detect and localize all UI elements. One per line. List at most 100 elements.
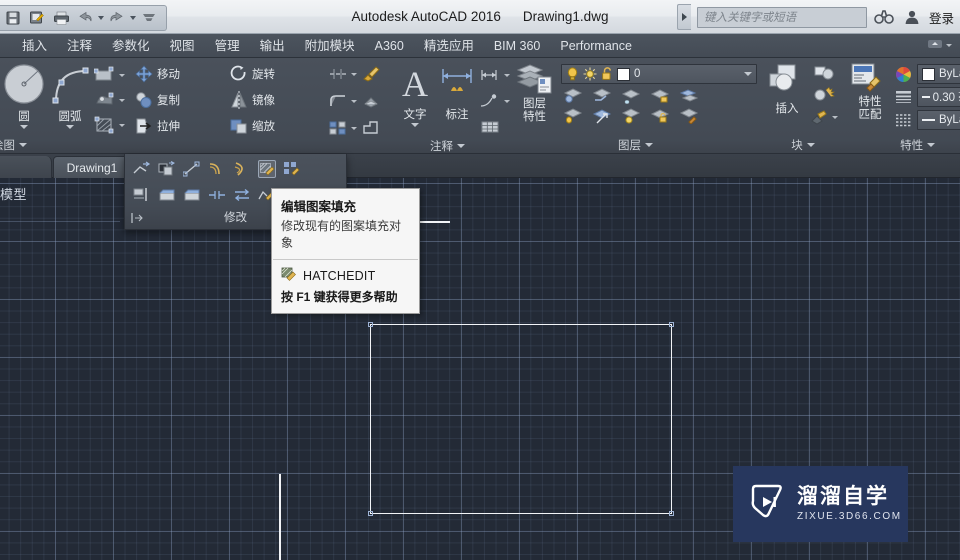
text-tool-button[interactable]: A 文字: [395, 63, 435, 127]
tab-performance[interactable]: Performance: [550, 34, 642, 58]
linetype-icon[interactable]: [895, 112, 912, 129]
layer-match-icon[interactable]: [679, 108, 699, 124]
match-properties-button[interactable]: [361, 63, 381, 85]
hatch-tool-button[interactable]: [94, 89, 125, 111]
rectangle-dropdown-icon[interactable]: [119, 73, 125, 77]
color-wheel-icon[interactable]: [895, 66, 912, 83]
circle-dropdown-icon[interactable]: [20, 125, 28, 129]
file-tab-drawing1[interactable]: Drawing1: [53, 156, 131, 178]
text-dropdown-icon[interactable]: [411, 123, 419, 127]
cad-vertical-line-entity[interactable]: [279, 474, 281, 560]
offset-icon[interactable]: [133, 160, 151, 178]
trim-dropdown-icon[interactable]: [351, 72, 357, 76]
scale-tool-button[interactable]: 缩放: [229, 115, 316, 137]
mirror-rect-icon[interactable]: [158, 160, 176, 178]
undo-button[interactable]: [74, 7, 96, 29]
grip-top-right[interactable]: [669, 322, 674, 327]
tab-view[interactable]: 视图: [160, 34, 205, 58]
layer-lock-icon[interactable]: [650, 88, 670, 104]
fillet-icon[interactable]: [208, 160, 226, 178]
layer-thaw-icon[interactable]: [621, 108, 641, 124]
tab-annotate[interactable]: 注释: [57, 34, 102, 58]
layer-merge-icon[interactable]: [679, 88, 699, 104]
layer-unlock-icon[interactable]: [650, 108, 670, 124]
customize-qat-button[interactable]: [138, 7, 160, 29]
panel-layers-title-row[interactable]: 图层: [508, 135, 763, 154]
infocenter-expand-button[interactable]: [676, 4, 691, 30]
array-dropdown-icon[interactable]: [351, 126, 357, 130]
tab-parametric[interactable]: 参数化: [102, 34, 160, 58]
panel-properties-expand-icon[interactable]: [927, 142, 936, 147]
grip-top-left[interactable]: [368, 322, 373, 327]
layer-turn-on-icon[interactable]: [592, 108, 612, 124]
region-dropdown-icon[interactable]: [119, 123, 125, 127]
stretch-line-icon[interactable]: [183, 160, 201, 178]
tab-featured-apps[interactable]: 精选应用: [414, 34, 484, 58]
search-input[interactable]: 键入关键字或短语: [696, 6, 867, 28]
match-properties-button-big[interactable]: 特性 匹配: [849, 63, 891, 122]
color-combo[interactable]: ByLayer: [917, 64, 960, 84]
erase-2-icon[interactable]: [183, 186, 201, 204]
trim-tool-button[interactable]: [328, 63, 357, 85]
tab-insert[interactable]: 插入: [12, 34, 57, 58]
grip-bottom-left[interactable]: [368, 511, 373, 516]
hatchedit-icon[interactable]: [258, 160, 276, 178]
edit-block-icon[interactable]: [809, 87, 838, 103]
join-icon[interactable]: [208, 186, 226, 204]
panel-pin-icon[interactable]: [131, 212, 145, 227]
panel-properties-title-row[interactable]: 特性: [843, 135, 960, 154]
linetype-combo[interactable]: ByLayer: [917, 110, 960, 130]
cad-rectangle-entity[interactable]: [368, 322, 674, 516]
tab-manage[interactable]: 管理: [205, 34, 250, 58]
unlock-icon[interactable]: [601, 67, 613, 81]
panel-draw-expand-icon[interactable]: [19, 143, 27, 147]
layer-combo-dropdown-icon[interactable]: [744, 72, 752, 76]
layer-on-icon[interactable]: [563, 108, 583, 124]
reverse-icon[interactable]: [233, 186, 251, 204]
extrude-tool-button[interactable]: [361, 117, 381, 139]
user-account-icon[interactable]: [901, 6, 923, 28]
redo-button[interactable]: [106, 7, 128, 29]
arc-tool-button[interactable]: 圆弧: [48, 63, 92, 129]
mirror-tool-button[interactable]: 镜像: [229, 89, 316, 111]
layer-unisolate-icon[interactable]: [592, 88, 612, 104]
array-edit-icon[interactable]: [283, 160, 301, 178]
rectangle-tool-button[interactable]: [94, 64, 125, 86]
tab-a360[interactable]: A360: [365, 34, 414, 58]
panel-block-expand-icon[interactable]: [806, 142, 815, 147]
layer-freeze-icon[interactable]: [621, 88, 641, 104]
chamfer-icon[interactable]: [233, 160, 251, 178]
move-tool-button[interactable]: 移动: [134, 63, 229, 85]
ribbon-minimize-dropdown-icon[interactable]: [946, 44, 952, 47]
plot-button[interactable]: [50, 7, 72, 29]
tab-bim360[interactable]: BIM 360: [484, 34, 551, 58]
panel-block-title-row[interactable]: 块: [763, 135, 843, 154]
tab-addins[interactable]: 附加模块: [295, 34, 365, 58]
explode-tool-button[interactable]: [361, 90, 381, 112]
linear-dimension-button[interactable]: [479, 64, 510, 86]
fillet-dropdown-icon[interactable]: [351, 99, 357, 103]
erase-icon[interactable]: [158, 186, 176, 204]
array-tool-button[interactable]: [328, 117, 357, 139]
create-block-icon[interactable]: [809, 65, 838, 81]
leader-tool-button[interactable]: [479, 90, 510, 112]
panel-modify-title-row[interactable]: [126, 137, 322, 154]
save-button[interactable]: [2, 7, 24, 29]
layer-properties-button[interactable]: 图层 特性: [512, 63, 557, 124]
lineweight-combo[interactable]: 0.30 毫米: [917, 87, 960, 107]
align-icon[interactable]: [133, 186, 151, 204]
insert-block-button[interactable]: 插入: [767, 63, 807, 116]
cad-horizontal-line-entity[interactable]: [420, 221, 450, 223]
signin-link[interactable]: 登录: [929, 8, 954, 27]
dimension-tool-button[interactable]: 标注: [437, 63, 477, 122]
block-attributes-button[interactable]: [809, 109, 838, 125]
panel-layers-expand-icon[interactable]: [645, 142, 653, 147]
rotate-tool-button[interactable]: 旋转: [229, 63, 316, 85]
stretch-tool-button[interactable]: 拉伸: [134, 115, 229, 137]
sun-icon[interactable]: [583, 67, 597, 81]
block-attribute-dropdown-icon[interactable]: [832, 115, 838, 119]
lightbulb-icon[interactable]: [566, 67, 579, 81]
copy-tool-button[interactable]: 复制: [134, 89, 229, 111]
save-as-button[interactable]: [26, 7, 48, 29]
redo-dropdown-icon[interactable]: [130, 16, 136, 20]
